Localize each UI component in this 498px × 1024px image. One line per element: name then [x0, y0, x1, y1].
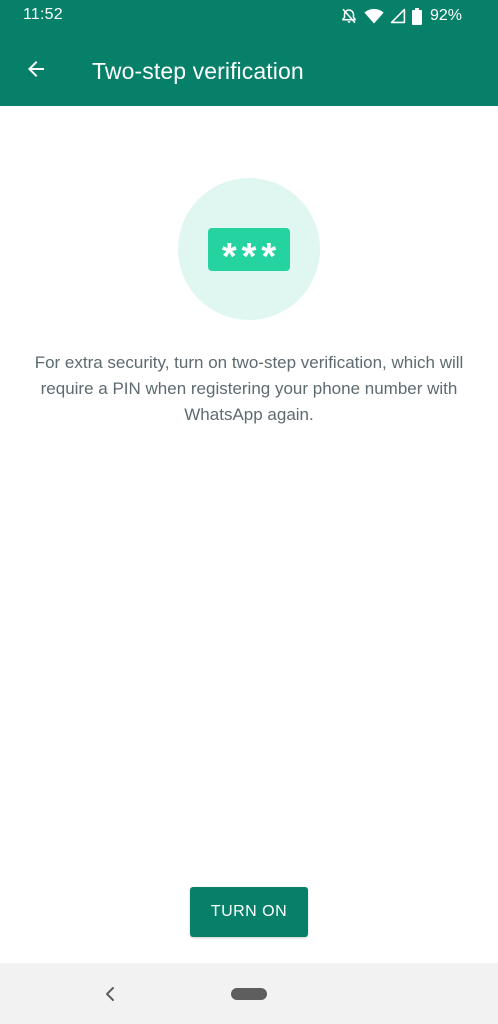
cellular-signal-icon [390, 8, 406, 24]
hero-illustration: *** [178, 178, 320, 320]
description-text: For extra security, turn on two-step ver… [34, 353, 464, 424]
wifi-icon [364, 7, 384, 25]
turn-on-button[interactable]: TURN ON [190, 887, 308, 937]
back-button[interactable] [16, 51, 56, 91]
system-nav-bar [0, 963, 498, 1024]
battery-percentage: 92% [429, 7, 462, 24]
pin-mask-badge: *** [208, 228, 290, 276]
app-bar: Two-step verification [0, 32, 498, 106]
alarm-off-icon [340, 7, 358, 25]
battery-icon [411, 7, 422, 25]
nav-back-icon[interactable] [100, 983, 120, 1005]
pin-mask-text: *** [221, 235, 282, 278]
status-time: 11:52 [23, 6, 63, 23]
page-title: Two-step verification [92, 58, 304, 84]
arrow-back-icon [24, 57, 48, 86]
home-pill-icon[interactable] [231, 988, 267, 1000]
status-icons: 92% [340, 5, 462, 27]
status-bar: 11:52 92% [0, 0, 498, 32]
